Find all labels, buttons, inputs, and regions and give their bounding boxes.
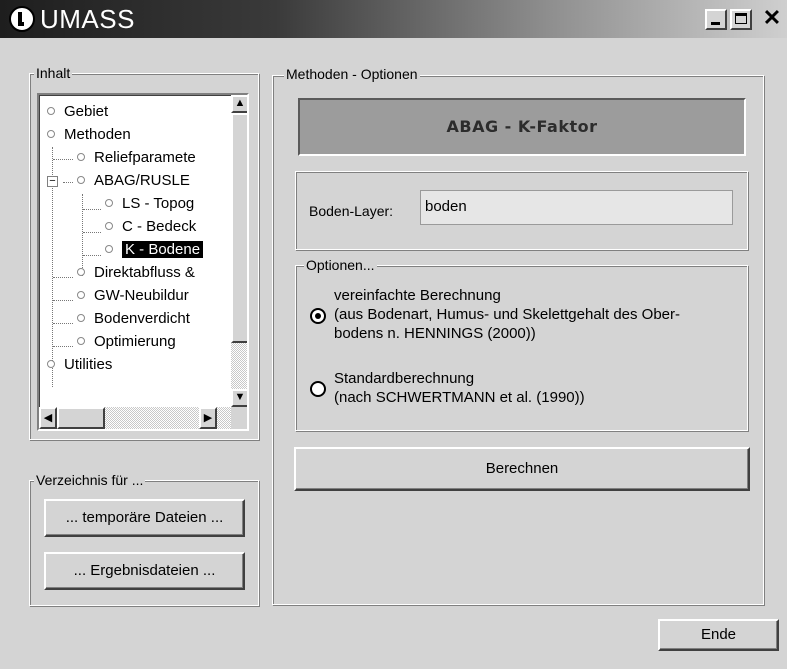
tree-item-methoden[interactable]: Methoden [47, 124, 131, 146]
option-standard-text: Standardberechnung (nach SCHWERTMANN et … [334, 370, 585, 406]
method-header: ABAG - K-Faktor [298, 98, 746, 156]
tree-item-bodenverdichtung[interactable]: Bodenverdicht [77, 308, 190, 330]
app-logo-icon [9, 6, 35, 32]
expand-toggle[interactable]: − [47, 176, 58, 187]
tree-item-reliefparameter[interactable]: Reliefparamete [77, 147, 196, 169]
bullet-icon [105, 199, 113, 208]
boden-layer-input[interactable]: boden [420, 190, 733, 225]
scroll-left-icon[interactable]: ◀ [39, 407, 57, 429]
window-title: UMASS [40, 4, 135, 34]
inhalt-label: Inhalt [34, 65, 73, 81]
hscroll-thumb[interactable] [57, 407, 105, 429]
bullet-icon [77, 291, 85, 300]
bullet-icon [47, 130, 55, 139]
scroll-down-icon[interactable]: ▼ [231, 389, 247, 407]
tree-item-optimierung[interactable]: Optimierung [77, 331, 176, 353]
bullet-icon [105, 245, 113, 254]
bullet-icon [77, 314, 85, 323]
verzeichnis-label: Verzeichnis für ... [34, 472, 146, 488]
scroll-up-icon[interactable]: ▲ [231, 95, 247, 113]
optionen-label: Optionen... [304, 257, 377, 273]
radio-standardberechnung[interactable] [310, 381, 326, 397]
ende-button[interactable]: Ende [658, 619, 779, 651]
tree-item-gw-neubildung[interactable]: GW-Neubildur [77, 285, 189, 307]
horizontal-scrollbar[interactable]: ◀ ▶ [39, 407, 231, 429]
radio-vereinfachte-berechnung[interactable] [310, 308, 326, 324]
bullet-icon [47, 107, 55, 116]
tree-item-abag-rusle[interactable]: ABAG/RUSLE [77, 170, 190, 192]
bullet-icon [105, 222, 113, 231]
navigation-tree[interactable]: − Gebiet Methoden Reliefparamete ABAG/RU… [37, 93, 249, 431]
tree-item-utilities[interactable]: Utilities [47, 354, 112, 376]
bullet-icon [77, 176, 85, 185]
scroll-corner [231, 407, 247, 429]
option-vereinfachte-text: vereinfachte Berechnung (aus Bodenart, H… [334, 287, 681, 342]
bullet-icon [77, 153, 85, 162]
scroll-thumb[interactable] [231, 113, 247, 343]
berechnen-button[interactable]: Berechnen [294, 447, 750, 491]
bullet-icon [77, 268, 85, 277]
result-files-button[interactable]: ... Ergebnisdateien ... [44, 552, 245, 590]
temp-files-button[interactable]: ... temporäre Dateien ... [44, 499, 245, 537]
tree-item-gebiet[interactable]: Gebiet [47, 101, 108, 123]
vertical-scrollbar[interactable]: ▲ ▼ [231, 95, 247, 407]
tree-item-k-bodenerodierbarkeit[interactable]: K - Bodene [105, 239, 204, 261]
close-icon[interactable]: ✕ [760, 7, 784, 30]
scroll-right-icon[interactable]: ▶ [199, 407, 217, 429]
bullet-icon [77, 337, 85, 346]
boden-layer-label: Boden-Layer: [309, 203, 394, 219]
bullet-icon [47, 360, 55, 369]
tree-item-direktabfluss[interactable]: Direktabfluss & [77, 262, 195, 284]
tree-item-ls-topographie[interactable]: LS - Topog [105, 193, 194, 215]
methoden-label: Methoden - Optionen [284, 66, 420, 82]
maximize-icon[interactable] [730, 9, 752, 30]
minimize-icon[interactable] [705, 9, 727, 30]
tree-item-c-bedeckung[interactable]: C - Bedeck [105, 216, 196, 238]
